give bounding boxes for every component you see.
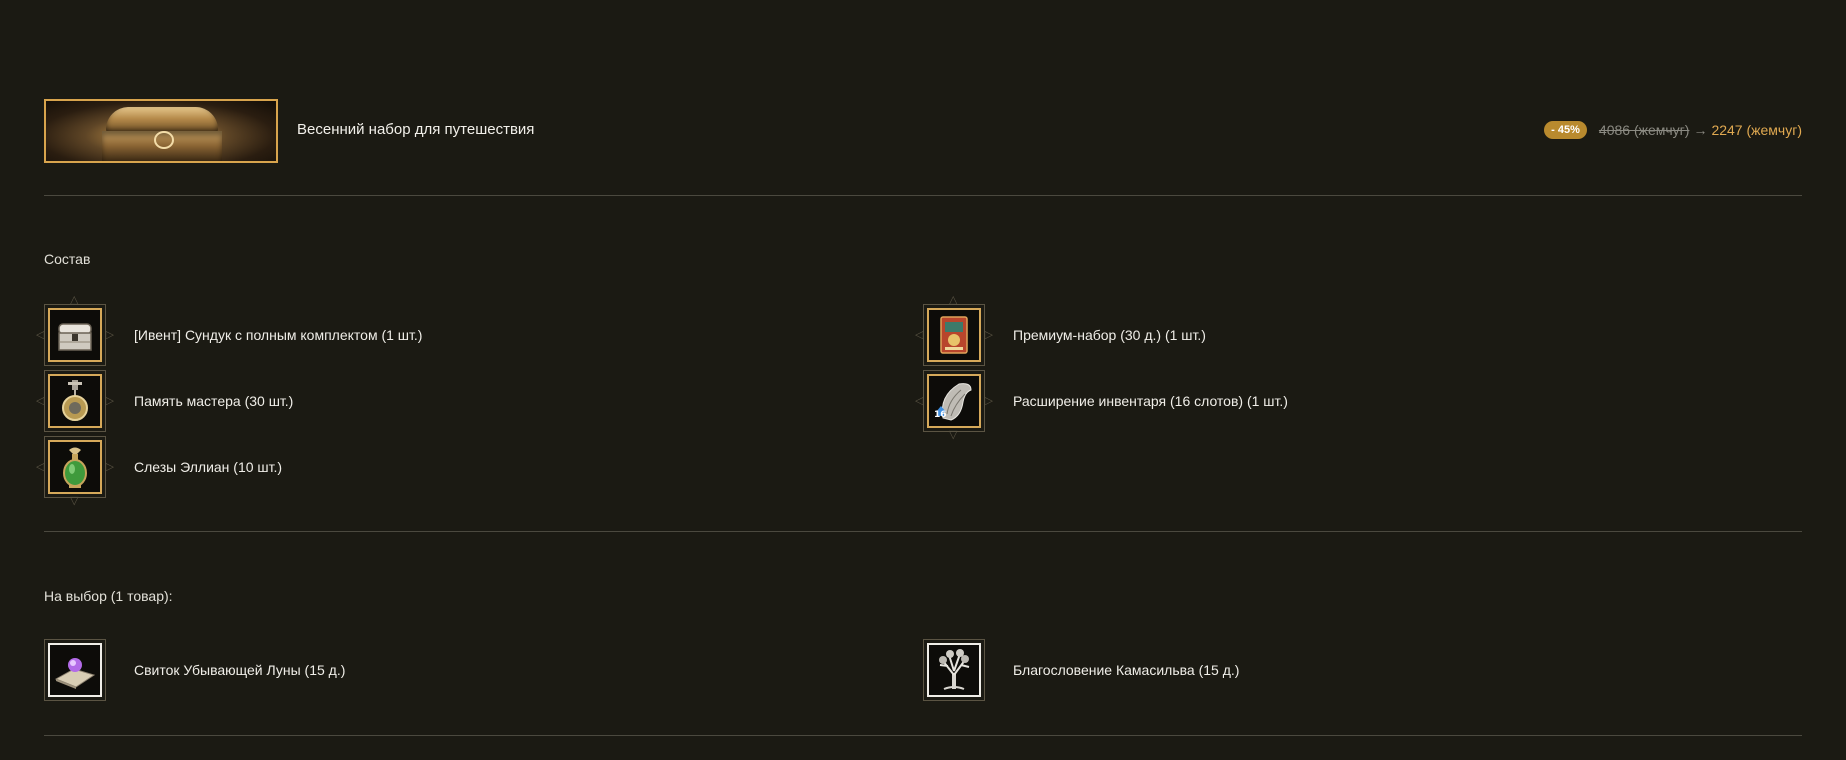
- price-arrow: →: [1693, 122, 1708, 138]
- item-label: Свиток Убывающей Луны (15 д.): [134, 662, 346, 678]
- choice-item[interactable]: Благословение Камасильва (15 д.): [923, 637, 1239, 703]
- chest-lock-shape: [154, 131, 174, 149]
- chevron-down-icon: ▽: [70, 495, 79, 507]
- item-slot: ◁ ▷ ▽ 16: [915, 370, 993, 441]
- slot-count-badge: 16: [934, 410, 947, 420]
- package-banner-image: [44, 99, 278, 163]
- item-label: Память мастера (30 шт.): [134, 393, 294, 409]
- chevron-right-icon: ▷: [105, 329, 114, 341]
- chevron-right-icon: ▷: [984, 329, 993, 341]
- chevron-down-icon: ▽: [949, 429, 958, 441]
- master-memory-icon: [62, 380, 88, 421]
- composition-item[interactable]: ◁ ▷ ▽ 16 Расширение инвентаря (16 слотов…: [915, 368, 1288, 441]
- item-label: [Ивент] Сундук с полным комплектом (1 шт…: [134, 327, 423, 343]
- item-label: Слезы Эллиан (10 шт.): [134, 459, 283, 475]
- composition-item[interactable]: ◁ ▷ △ [Ивент] Сундук с полным комплектом…: [36, 295, 423, 368]
- new-price: 2247 (жемчуг): [1711, 122, 1802, 138]
- composition-item[interactable]: ◁ ▷ Память мастера (30 шт.): [36, 368, 294, 434]
- package-header: Весенний набор для путешествия - 45% 408…: [44, 99, 1802, 163]
- item-label: Премиум-набор (30 д.) (1 шт.): [1013, 327, 1206, 343]
- premium-pack-icon: [940, 316, 968, 354]
- item-slot: ◁ ▷ △: [36, 295, 114, 366]
- item-label: Благословение Камасильва (15 д.): [1013, 662, 1240, 678]
- chevron-right-icon: ▷: [105, 395, 114, 407]
- item-slot: ◁ ▷ △: [915, 295, 993, 366]
- choice-item[interactable]: Свиток Убывающей Луны (15 д.): [44, 637, 345, 703]
- chevron-left-icon: ◁: [915, 329, 924, 341]
- chevron-up-icon: △: [949, 294, 958, 306]
- item-slot: ◁ ▷ ▽: [36, 436, 114, 507]
- divider: [44, 735, 1802, 736]
- ellian-tears-icon: [63, 447, 87, 488]
- chest-icon: [58, 323, 92, 351]
- item-slot: [44, 639, 106, 701]
- kamasylve-blessing-icon: [939, 649, 970, 690]
- composition-item[interactable]: ◁ ▷ △ Премиум-набор (30 д.) (1 шт.): [915, 295, 1206, 368]
- chevron-left-icon: ◁: [36, 329, 45, 341]
- package-name: Весенний набор для путешествия: [297, 121, 535, 138]
- choice-title: На выбор (1 товар):: [44, 588, 173, 604]
- composition-title: Состав: [44, 251, 91, 267]
- chevron-right-icon: ▷: [105, 461, 114, 473]
- discount-badge: - 45%: [1544, 121, 1587, 139]
- chevron-left-icon: ◁: [915, 395, 924, 407]
- item-slot: ◁ ▷: [36, 370, 114, 432]
- chevron-left-icon: ◁: [36, 395, 45, 407]
- price-box: - 45% 4086 (жемчуг) → 2247 (жемчуг): [1544, 121, 1802, 139]
- chevron-up-icon: △: [70, 294, 79, 306]
- composition-item[interactable]: ◁ ▷ ▽ Слезы Эллиан (10 шт.): [36, 434, 283, 507]
- item-label: Расширение инвентаря (16 слотов) (1 шт.): [1013, 393, 1288, 409]
- divider: [44, 195, 1802, 196]
- waning-moon-scroll-icon: [54, 658, 96, 689]
- product-detail-page: Весенний набор для путешествия - 45% 408…: [0, 0, 1846, 760]
- old-price: 4086 (жемчуг): [1598, 122, 1690, 138]
- chevron-left-icon: ◁: [36, 461, 45, 473]
- chevron-right-icon: ▷: [984, 395, 993, 407]
- chest-lid-shape: [106, 107, 218, 133]
- divider: [44, 531, 1802, 532]
- item-slot: [923, 639, 985, 701]
